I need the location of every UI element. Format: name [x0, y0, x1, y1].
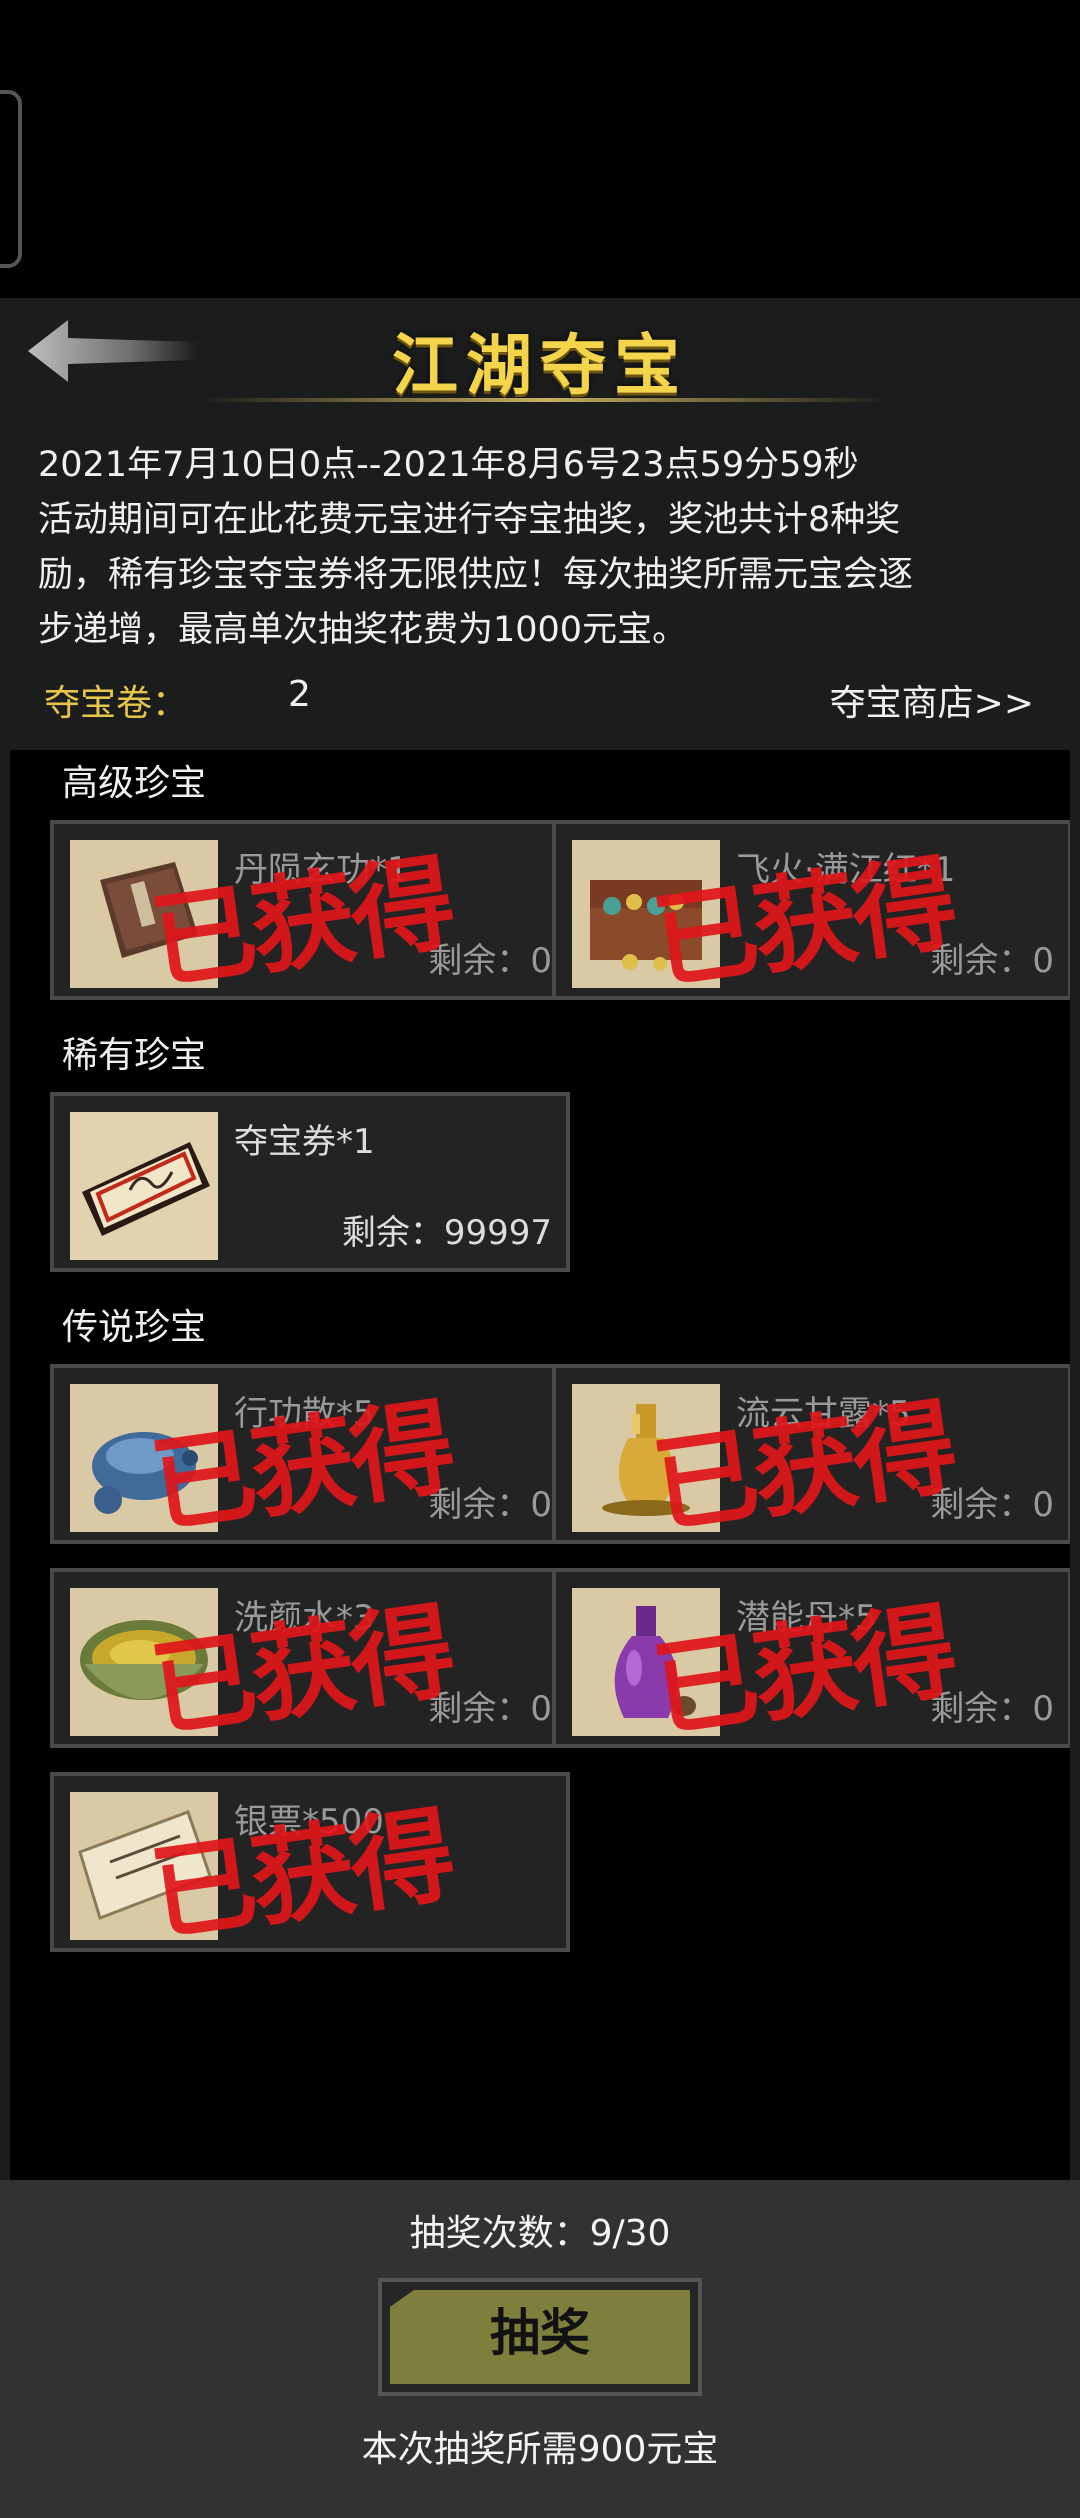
- prize-name: 夺宝券*1: [234, 1122, 375, 1162]
- side-tab-handle[interactable]: [0, 90, 22, 268]
- description-line: 活动期间可在此花费元宝进行夺宝抽奖，奖池共计8种奖: [38, 500, 901, 540]
- prize-card: 流云甘露*5 剩余：0 已获得: [552, 1364, 1070, 1548]
- draw-count: 抽奖次数：9/30: [409, 2213, 671, 2254]
- draw-button-label: 抽奖: [490, 2304, 590, 2362]
- description-line: 2021年7月10日0点--2021年8月6号23点59分59秒: [38, 445, 859, 485]
- prize-card: 夺宝券*1 剩余：99997: [50, 1092, 570, 1272]
- ticket-icon: [70, 1112, 218, 1260]
- section-title-legendary: 传说珍宝: [62, 1307, 207, 1348]
- ticket-label: 夺宝卷：: [44, 683, 189, 724]
- treasure-shop-link[interactable]: 夺宝商店>>: [830, 674, 1034, 726]
- prize-card: 行功散*5 剩余：0 已获得: [50, 1364, 570, 1548]
- description-line: 步递增，最高单次抽奖花费为1000元宝。: [38, 610, 688, 650]
- treasure-panel: 江湖夺宝 2021年7月10日0点--2021年8月6号23点59分59秒 活动…: [0, 298, 1080, 2518]
- event-description: 2021年7月10日0点--2021年8月6号23点59分59秒 活动期间可在此…: [38, 438, 1048, 658]
- page-title: 江湖夺宝: [392, 326, 688, 404]
- prize-card: 银票*500 已获得: [50, 1772, 570, 1956]
- prize-card: 潜能丹*5 剩余：0 已获得: [552, 1568, 1070, 1752]
- section-title-rare: 稀有珍宝: [62, 1035, 207, 1076]
- ticket-row: 夺宝卷： 2 夺宝商店>>: [44, 674, 1044, 724]
- ticket-count: 2: [288, 674, 311, 715]
- prize-card: 洗颜水*3 剩余：0 已获得: [50, 1568, 570, 1752]
- prize-list[interactable]: 高级珍宝 丹陨玄功*1 剩余：0 已获得 飞火·满江红*1 剩余：0 已获得 稀…: [10, 750, 1070, 2180]
- draw-cost-note: 本次抽奖所需900元宝: [361, 2429, 719, 2470]
- description-line: 励，稀有珍宝夺宝券将无限供应！每次抽奖所需元宝会逐: [38, 555, 914, 595]
- section-title-advanced: 高级珍宝: [62, 763, 207, 804]
- prize-card: 飞火·满江红*1 剩余：0 已获得: [552, 820, 1070, 1004]
- title-underline: [200, 398, 890, 402]
- prize-remaining: 剩余：99997: [341, 1213, 552, 1253]
- draw-button[interactable]: 抽奖: [378, 2278, 702, 2396]
- prize-card: 丹陨玄功*1 剩余：0 已获得: [50, 820, 570, 1004]
- header: 江湖夺宝: [0, 298, 1080, 408]
- draw-footer: 抽奖次数：9/30 抽奖 本次抽奖所需900元宝: [0, 2180, 1080, 2518]
